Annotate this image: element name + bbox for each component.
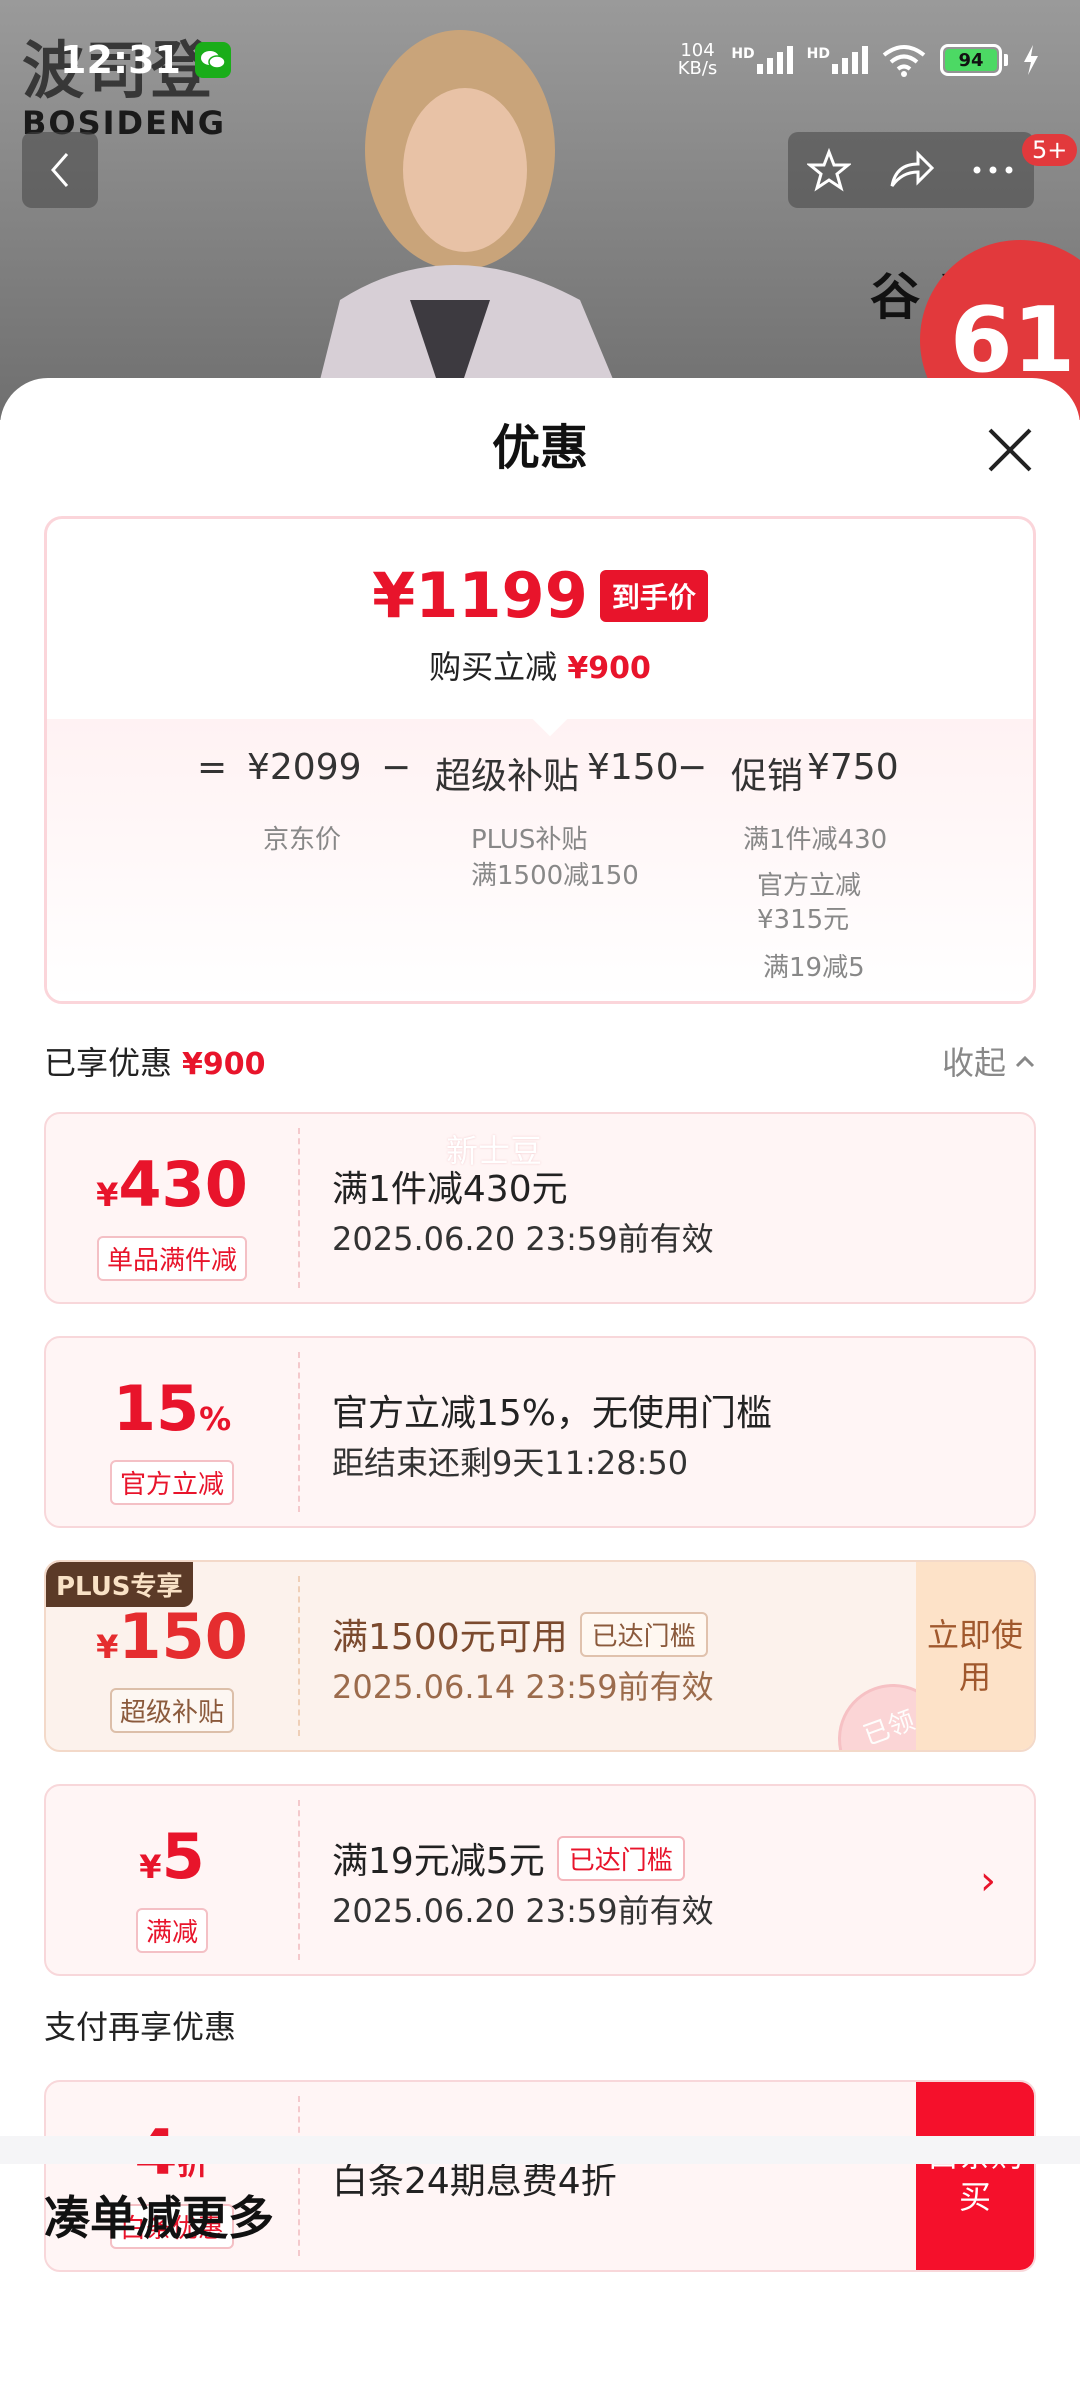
chevron-right-icon[interactable]: › [980, 1858, 996, 1904]
charging-icon [1024, 45, 1038, 75]
favorite-star-icon[interactable] [806, 148, 851, 192]
collapse-toggle[interactable]: 收起 [942, 1038, 1036, 1084]
chevron-up-icon [1015, 1055, 1035, 1068]
use-now-button[interactable]: 立即使用 [916, 1562, 1034, 1750]
price-breakdown: = ¥2099 − 超级补贴 ¥150 − 促销 ¥750 京东价 PLUS补贴… [47, 719, 1033, 1001]
watermark-text: 新士豆 [446, 1132, 543, 1170]
status-time: 12:31 [60, 38, 231, 82]
coupon-title: 官方立减15%，无使用门槛 [332, 1393, 773, 1434]
share-icon[interactable] [888, 150, 934, 190]
coupon-validity: 2025.06.20 23:59前有效 [332, 1220, 714, 1258]
status-bar: 12:31 104 KB/s HD HD 94 [0, 0, 1080, 120]
final-price-tag: 到手价 [599, 569, 708, 622]
enjoyed-discount: 已享优惠 ¥900 [44, 1044, 266, 1082]
payment-discount-title: 支付再享优惠 [44, 2008, 237, 2046]
promo-label: 促销 [731, 756, 804, 797]
price-summary-card: ¥1199 到手价 购买立减 ¥900 = ¥2099 − 超级补贴 ¥150 … [44, 516, 1036, 1004]
coupon-item[interactable]: 15% 官方立减 官方立减15%，无使用门槛 距结束还剩9天11:28:50 [44, 1336, 1036, 1528]
message-count-badge: 5+ [1022, 134, 1078, 166]
final-price: ¥1199 [372, 559, 588, 632]
back-button[interactable] [22, 132, 98, 208]
more-deals-title: 凑单减更多 [44, 2191, 274, 2245]
coupon-type-label: 单品满件减 [96, 1236, 247, 1281]
coupon-validity: 2025.06.14 23:59前有效 [332, 1668, 714, 1706]
coupon-countdown: 距结束还剩9天11:28:50 [332, 1444, 689, 1482]
coupon-title: 满1500元可用 已达门槛 [332, 1608, 708, 1660]
coupon-title: 满19元减5元 已达门槛 [332, 1832, 685, 1884]
coupon-type-label: 满减 [135, 1908, 208, 1953]
discount-sheet: 优惠 ¥1199 到手价 购买立减 ¥900 = ¥2099 − 超级补贴 ¥1… [0, 378, 1080, 2400]
signal-icon-2: HD [807, 46, 868, 74]
more-dots-icon[interactable] [971, 165, 1015, 175]
sheet-title: 优惠 [491, 420, 588, 476]
coupon-type-label: 官方立减 [109, 1460, 234, 1505]
baitiao-buy-button[interactable]: 白条购买 [916, 2082, 1034, 2270]
threshold-reached-badge: 已达门槛 [556, 1835, 685, 1881]
buy-reduce-line: 购买立减 ¥900 [429, 648, 651, 686]
close-icon[interactable] [984, 424, 1036, 476]
top-action-group [788, 132, 1034, 208]
super-subsidy-value: ¥150 [587, 747, 679, 788]
wechat-notification-icon [194, 42, 231, 78]
signal-icon-1: HD [731, 46, 793, 74]
plus-coupon-item[interactable]: PLUS专享 ¥150 超级补贴 满1500元可用 已达门槛 2025.06.1… [44, 1560, 1036, 1752]
coupon-type-label: 超级补贴 [109, 1688, 234, 1733]
chevron-left-icon [51, 153, 69, 187]
coupon-validity: 2025.06.20 23:59前有效 [332, 1892, 714, 1930]
promo-value: ¥750 [807, 747, 899, 788]
wifi-icon [882, 45, 926, 77]
battery-icon: 94 [940, 44, 1008, 76]
threshold-reached-badge: 已达门槛 [579, 1611, 708, 1657]
coupon-item[interactable]: ¥5 满减 满19元减5元 已达门槛 2025.06.20 23:59前有效 › [44, 1784, 1036, 1976]
jd-price: ¥2099 [247, 747, 362, 788]
super-subsidy-label: 超级补贴 [435, 756, 580, 797]
network-speed: 104 KB/s [677, 40, 718, 79]
